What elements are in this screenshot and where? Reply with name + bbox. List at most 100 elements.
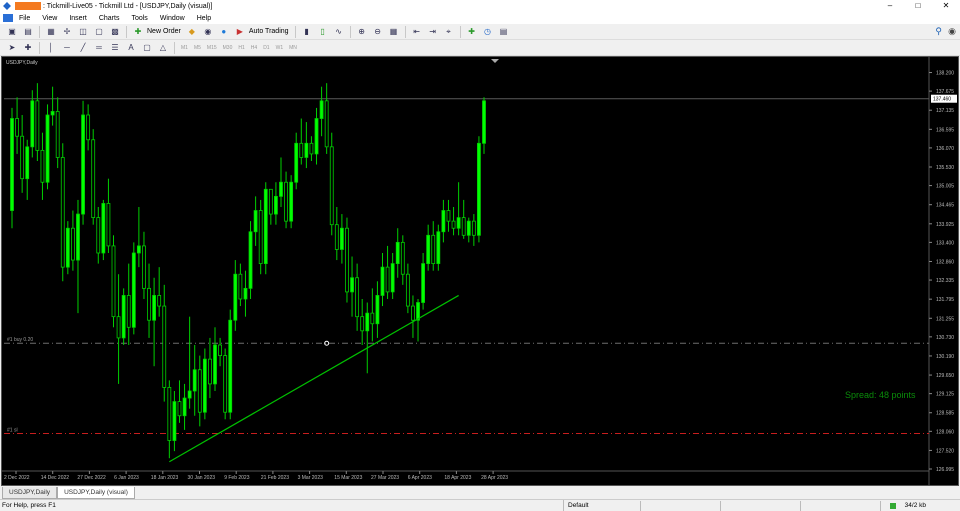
candlestick-icon[interactable]: ▯ (318, 27, 328, 37)
date-tick-label: 18 Apr 2023 (444, 475, 471, 481)
globe-icon[interactable]: ● (219, 27, 229, 37)
timeframe-h4[interactable]: H4 (251, 45, 257, 51)
periods-icon[interactable]: ◷ (483, 27, 493, 37)
candle (390, 252, 395, 299)
price-tick-label: 130.190 (936, 354, 954, 360)
bar-chart-icon[interactable]: ▮ (302, 27, 312, 37)
trendline-icon[interactable]: ╱ (78, 43, 88, 53)
minimize-button[interactable]: – (876, 0, 904, 12)
community-icon[interactable]: ◉ (948, 26, 956, 37)
zoom-out-icon[interactable]: ⊖ (373, 27, 383, 37)
tile-windows-icon[interactable]: ▦ (389, 27, 399, 37)
menu-view[interactable]: View (36, 15, 63, 22)
menu-insert[interactable]: Insert (63, 15, 93, 22)
standard-toolbar: ▣ ▤ ▦ ✢ ◫ ▢ ▩ ✚ New Order ◆ ◉ ● ▶ Auto T… (0, 24, 960, 40)
candle (182, 383, 187, 430)
strategy-tester-icon[interactable]: ▩ (110, 27, 120, 37)
zoom-in-icon[interactable]: ⊕ (357, 27, 367, 37)
terminal-icon[interactable]: ▢ (94, 27, 104, 37)
label-tool-icon[interactable]: ▢ (142, 43, 152, 53)
new-chart-icon[interactable]: ▣ (7, 27, 17, 37)
candle (172, 390, 177, 452)
bear-candle-body (284, 181, 288, 222)
candle (197, 355, 202, 427)
bear-candle-body (60, 157, 65, 268)
price-tick-label: 135.005 (936, 184, 954, 190)
navigator-icon[interactable]: ✢ (62, 27, 72, 37)
date-tick-label: 15 Mar 2023 (334, 475, 362, 481)
bull-candle-body (243, 287, 248, 300)
bull-candle-body (365, 312, 370, 332)
price-tick-label: 133.400 (936, 240, 954, 246)
status-divider (800, 501, 801, 511)
menu-charts[interactable]: Charts (93, 15, 126, 22)
timeframe-m1[interactable]: M1 (181, 45, 188, 51)
market-watch-icon[interactable]: ▦ (46, 27, 56, 37)
indicators-icon[interactable]: ✚ (467, 27, 477, 37)
tab-usdjpy-daily-visual[interactable]: USDJPY,Daily (visual) (57, 487, 135, 499)
crosshair-icon[interactable]: ✚ (23, 43, 33, 53)
timeframe-m30[interactable]: M30 (223, 45, 233, 51)
metaeditor-icon[interactable]: ◆ (187, 27, 197, 37)
timeframe-d1[interactable]: D1 (263, 45, 269, 51)
timeframe-mn[interactable]: MN (289, 45, 297, 51)
bull-candle-body (314, 118, 319, 155)
shapes-icon[interactable]: △ (158, 43, 168, 53)
line-chart-icon[interactable]: ∿ (334, 27, 344, 37)
candle (289, 175, 294, 229)
candle (456, 182, 461, 236)
bear-candle-body (400, 241, 405, 275)
timeframe-m15[interactable]: M15 (207, 45, 217, 51)
bear-candle-body (223, 355, 228, 413)
search-icon[interactable]: ⚲ (935, 26, 942, 37)
auto-trading-button[interactable]: Auto Trading (249, 28, 289, 35)
channel-icon[interactable]: ═ (94, 43, 104, 53)
close-button[interactable]: ✕ (932, 0, 960, 12)
cursor-icon[interactable]: ➤ (7, 43, 17, 53)
crosshair-chart-icon[interactable]: ⌖ (444, 27, 454, 37)
candle (157, 267, 162, 317)
menu-window[interactable]: Window (154, 15, 191, 22)
mdi-doc-icon[interactable] (3, 14, 13, 22)
sl-line-label: #1 sl (7, 427, 18, 433)
data-window-icon[interactable]: ◫ (78, 27, 88, 37)
templates-icon[interactable]: ▤ (499, 27, 509, 37)
timeframe-h1[interactable]: H1 (238, 45, 244, 51)
database-icon[interactable]: ◉ (203, 27, 213, 37)
autoscroll-icon[interactable]: ⇥ (428, 27, 438, 37)
price-tick-label: 138.200 (936, 71, 954, 77)
bull-candle-body (390, 263, 395, 293)
candle (365, 302, 370, 374)
candle (111, 235, 116, 328)
candle (50, 86, 55, 126)
profiles-icon[interactable]: ▤ (23, 27, 33, 37)
maximize-button[interactable]: □ (904, 0, 932, 12)
bear-candle-body (405, 273, 410, 307)
chart-shift-icon[interactable]: ⇤ (412, 27, 422, 37)
candle (20, 114, 25, 193)
date-tick-label: 27 Dec 2022 (77, 475, 106, 481)
new-order-icon[interactable]: ✚ (133, 27, 143, 37)
timeframe-w1[interactable]: W1 (276, 45, 284, 51)
price-chart[interactable]: 138.200 137.675 137.135 136.595 136.070 135.5… (2, 57, 958, 485)
bear-candle-body (355, 277, 360, 318)
menu-tools[interactable]: Tools (125, 15, 153, 22)
candle (304, 122, 309, 169)
new-order-button[interactable]: New Order (147, 28, 181, 35)
toolbar-separator (39, 41, 40, 54)
menu-help[interactable]: Help (191, 15, 217, 22)
candle (405, 263, 410, 314)
candle (350, 256, 354, 317)
vertical-line-icon[interactable]: │ (46, 43, 56, 53)
auto-trading-icon[interactable]: ▶ (235, 27, 245, 37)
menu-file[interactable]: File (13, 15, 36, 22)
tab-usdjpy-daily[interactable]: USDJPY,Daily (2, 487, 58, 499)
fibonacci-icon[interactable]: ☰ (110, 43, 120, 53)
horizontal-line-icon[interactable]: ─ (62, 43, 72, 53)
toolbar-separator (174, 41, 175, 54)
chart-window[interactable]: 138.200 137.675 137.135 136.595 136.070 135.5… (1, 56, 959, 486)
text-tool-icon[interactable]: A (126, 43, 136, 53)
timeframe-m5[interactable]: M5 (194, 45, 201, 51)
candle (466, 217, 471, 243)
candle (482, 97, 486, 154)
